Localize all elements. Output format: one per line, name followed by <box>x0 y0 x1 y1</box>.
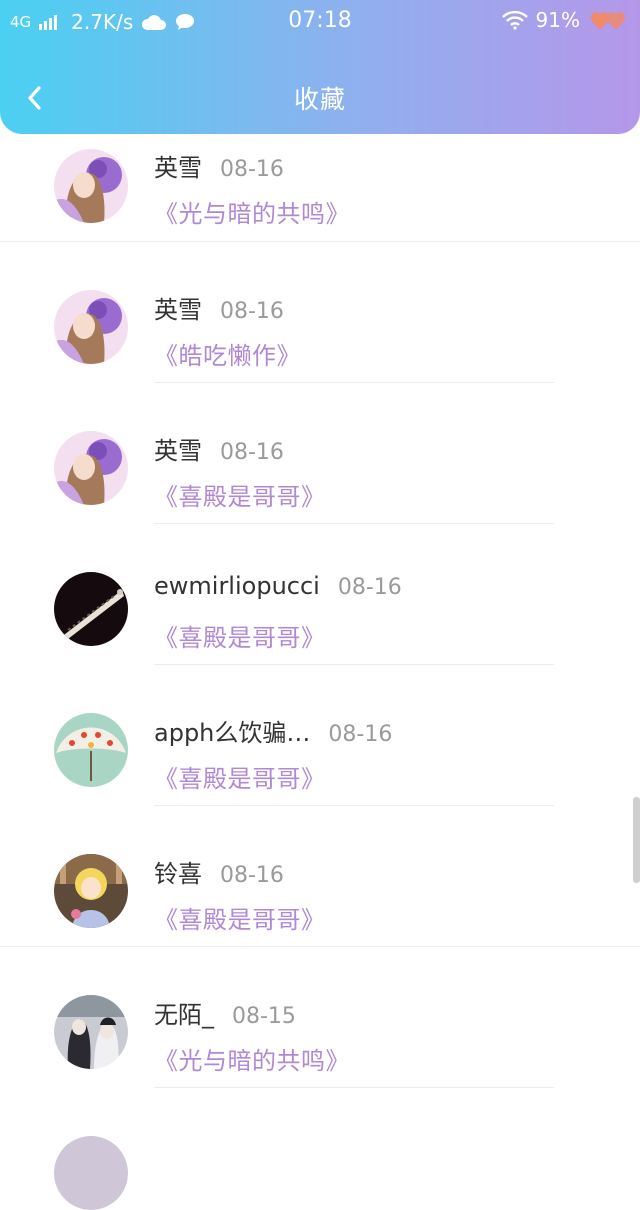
app-header: 4G 2.7K/s 07:18 91% 收藏 <box>0 0 640 134</box>
favorite-date: 08-16 <box>220 299 284 324</box>
favorite-date: 08-16 <box>337 575 402 600</box>
user-name: apph么饮骗… 08-16 <box>154 713 392 748</box>
avatar[interactable] <box>54 290 128 364</box>
favorite-date: 08-15 <box>232 1004 296 1029</box>
avatar[interactable] <box>54 854 128 928</box>
avatar[interactable] <box>54 1136 128 1210</box>
user-name-text: 英雪 <box>154 296 202 324</box>
user-name: 铃喜 08-16 <box>154 854 284 889</box>
list-item[interactable]: ewmirliopucci 08-16 《喜殿是哥哥》 <box>0 524 640 665</box>
work-title-link[interactable]: 《喜殿是哥哥》 <box>154 477 326 512</box>
user-name-text: 英雪 <box>154 154 202 182</box>
user-name-text: 铃喜 <box>154 860 202 888</box>
user-name-text: 无陌_ <box>154 1001 214 1029</box>
user-name: ewmirliopucci 08-16 <box>154 572 402 600</box>
list-item[interactable]: apph么饮骗… 08-16 《喜殿是哥哥》 <box>0 665 640 806</box>
wifi-icon <box>501 10 528 30</box>
work-title-link[interactable]: 《皓吃懒作》 <box>154 336 301 371</box>
favorite-date: 08-16 <box>220 863 284 888</box>
user-name: 英雪 08-16 <box>154 148 284 183</box>
work-title-link[interactable]: 《喜殿是哥哥》 <box>154 618 326 653</box>
list-item[interactable] <box>0 1088 640 1210</box>
user-name-text: ewmirliopucci <box>154 572 320 600</box>
list-item[interactable]: 英雪 08-16 《光与暗的共鸣》 <box>0 134 640 242</box>
battery-level: 91% <box>535 8 580 32</box>
avatar[interactable] <box>54 572 128 646</box>
user-name: 无陌_ 08-15 <box>154 995 296 1030</box>
favorite-date: 08-16 <box>328 722 393 747</box>
favorite-date: 08-16 <box>220 440 284 465</box>
user-name: 英雪 08-16 <box>154 431 284 466</box>
work-title-link[interactable]: 《喜殿是哥哥》 <box>154 759 326 794</box>
list-item[interactable]: 无陌_ 08-15 《光与暗的共鸣》 <box>0 947 640 1088</box>
work-title-link[interactable]: 《喜殿是哥哥》 <box>154 900 326 935</box>
list-item[interactable]: 英雪 08-16 《喜殿是哥哥》 <box>0 383 640 524</box>
status-bar: 4G 2.7K/s 07:18 91% <box>0 0 640 46</box>
list-item[interactable]: 铃喜 08-16 《喜殿是哥哥》 <box>0 806 640 947</box>
title-bar: 收藏 <box>0 62 640 128</box>
work-title-link[interactable]: 《光与暗的共鸣》 <box>154 1041 350 1076</box>
avatar[interactable] <box>54 995 128 1069</box>
page-title: 收藏 <box>293 85 346 114</box>
heart-battery-icon <box>590 11 626 29</box>
list-item[interactable]: 英雪 08-16 《皓吃懒作》 <box>0 242 640 383</box>
user-name: 英雪 08-16 <box>154 290 284 325</box>
scrollbar[interactable] <box>633 797 640 883</box>
work-title-link[interactable]: 《光与暗的共鸣》 <box>154 194 350 229</box>
avatar[interactable] <box>54 431 128 505</box>
avatar[interactable] <box>54 149 128 223</box>
favorites-list: 英雪 08-16 《光与暗的共鸣》 英雪 08-16 《皓吃懒作》 英雪 08-… <box>0 134 640 1210</box>
user-name-text: apph么饮骗… <box>154 719 311 747</box>
user-name-text: 英雪 <box>154 437 202 465</box>
favorite-date: 08-16 <box>220 157 284 182</box>
avatar[interactable] <box>54 713 128 787</box>
